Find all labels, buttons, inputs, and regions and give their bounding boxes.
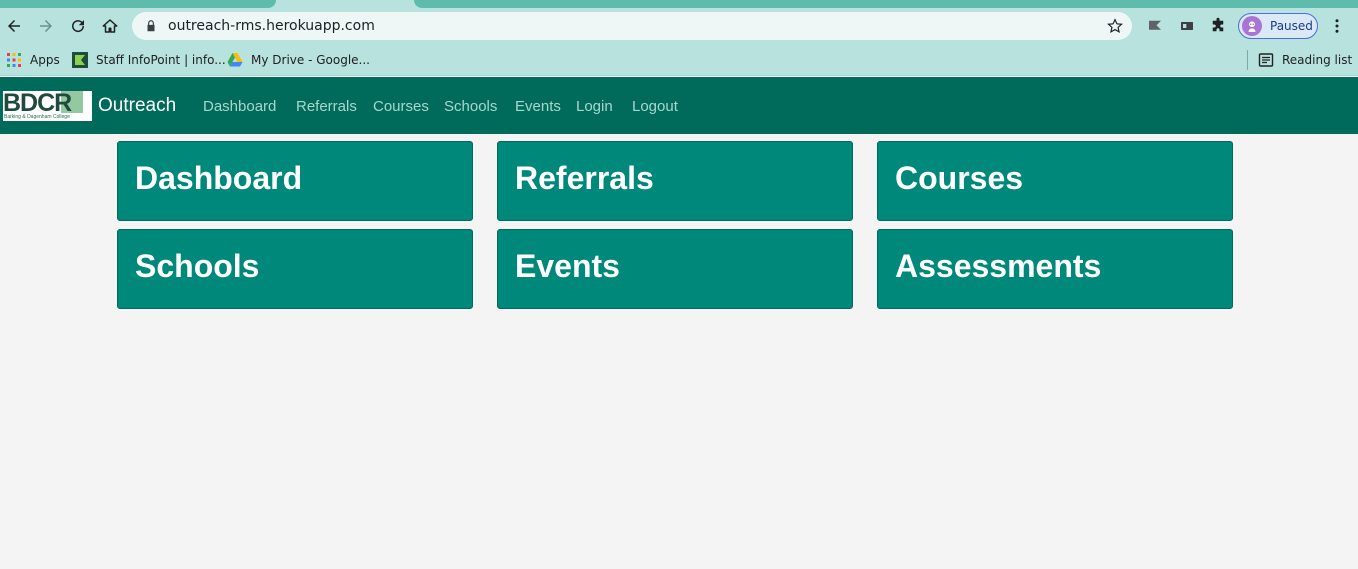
nav-link-events[interactable]: Events xyxy=(515,98,561,115)
bookmark-label: My Drive - Google... xyxy=(251,53,370,67)
back-arrow-icon xyxy=(8,20,20,32)
apps-grid-icon xyxy=(7,53,21,67)
back-button[interactable] xyxy=(0,12,28,40)
tile-title: Dashboard xyxy=(135,160,303,196)
nav-link-referrals[interactable]: Referrals xyxy=(296,98,357,115)
reload-button[interactable] xyxy=(64,12,92,40)
college-logo[interactable]: BDCR Barking & Dagenham College xyxy=(3,91,92,121)
brand-link[interactable]: Outreach xyxy=(98,95,176,117)
bookmarks-bar: Apps Staff InfoPoint | info... My Drive … xyxy=(0,44,1358,76)
profile-status-label: Paused xyxy=(1270,19,1313,33)
inactive-tabs[interactable] xyxy=(414,0,1358,8)
reload-icon xyxy=(72,20,85,33)
more-vertical-icon xyxy=(1335,19,1339,33)
bookmark-staff-infopoint[interactable]: Staff InfoPoint | info... xyxy=(72,50,226,70)
nav-link-schools[interactable]: Schools xyxy=(444,98,497,115)
inactive-tab[interactable] xyxy=(0,0,276,8)
avatar-icon xyxy=(1248,21,1256,32)
nav-link-logout[interactable]: Logout xyxy=(632,98,678,115)
forward-button[interactable] xyxy=(32,12,60,40)
staff-infopoint-icon xyxy=(72,52,88,68)
profile-button[interactable]: Paused xyxy=(1238,13,1318,39)
bookmark-my-drive[interactable]: My Drive - Google... xyxy=(227,50,370,70)
tile-referrals[interactable]: Referrals xyxy=(497,141,853,221)
tile-assessments[interactable]: Assessments xyxy=(877,229,1233,309)
address-bar[interactable]: outreach-rms.herokuapp.com xyxy=(132,12,1132,40)
puzzle-icon xyxy=(1212,17,1224,32)
home-button[interactable] xyxy=(96,12,124,40)
forward-arrow-icon xyxy=(40,20,52,32)
card-extension-icon xyxy=(1181,22,1193,30)
bookmark-label: Staff InfoPoint | info... xyxy=(96,53,226,67)
active-tab[interactable] xyxy=(276,0,414,8)
reading-list-label: Reading list xyxy=(1282,53,1353,67)
nav-link-login[interactable]: Login xyxy=(576,98,613,115)
reading-list-icon xyxy=(1258,53,1274,67)
nav-link-dashboard[interactable]: Dashboard xyxy=(203,98,276,115)
extension-card-button[interactable] xyxy=(1175,14,1199,38)
google-drive-icon xyxy=(227,53,243,67)
bookmarks-divider xyxy=(1247,50,1248,70)
url-text[interactable]: outreach-rms.herokuapp.com xyxy=(168,18,375,34)
app-navbar: BDCR Barking & Dagenham College Outreach… xyxy=(0,77,1358,134)
bookmark-label: Apps xyxy=(30,53,60,67)
tab-strip xyxy=(0,0,1358,8)
extensions-button[interactable] xyxy=(1206,14,1230,38)
reading-list-button[interactable]: Reading list xyxy=(1258,50,1352,70)
tile-title: Courses xyxy=(895,160,1024,196)
nav-link-courses[interactable]: Courses xyxy=(373,98,429,115)
tile-courses[interactable]: Courses xyxy=(877,141,1233,221)
logo-subtext: Barking & Dagenham College xyxy=(4,114,70,120)
bookmark-apps[interactable]: Apps xyxy=(6,50,60,70)
lock-icon[interactable] xyxy=(144,19,158,33)
tile-schools[interactable]: Schools xyxy=(117,229,473,309)
tile-title: Schools xyxy=(135,248,260,284)
flag-extension-icon xyxy=(1149,20,1161,30)
extension-flag-button[interactable] xyxy=(1143,14,1167,38)
home-icon xyxy=(102,19,118,33)
tile-title: Events xyxy=(515,248,620,284)
tile-dashboard[interactable]: Dashboard xyxy=(117,141,473,221)
tile-title: Referrals xyxy=(515,160,654,196)
browser-toolbar: outreach-rms.herokuapp.com Paused xyxy=(0,8,1358,44)
tile-title: Assessments xyxy=(895,248,1102,284)
browser-menu-button[interactable] xyxy=(1325,14,1349,38)
tile-events[interactable]: Events xyxy=(497,229,853,309)
avatar xyxy=(1242,16,1262,36)
bookmark-star-icon[interactable] xyxy=(1106,17,1124,35)
